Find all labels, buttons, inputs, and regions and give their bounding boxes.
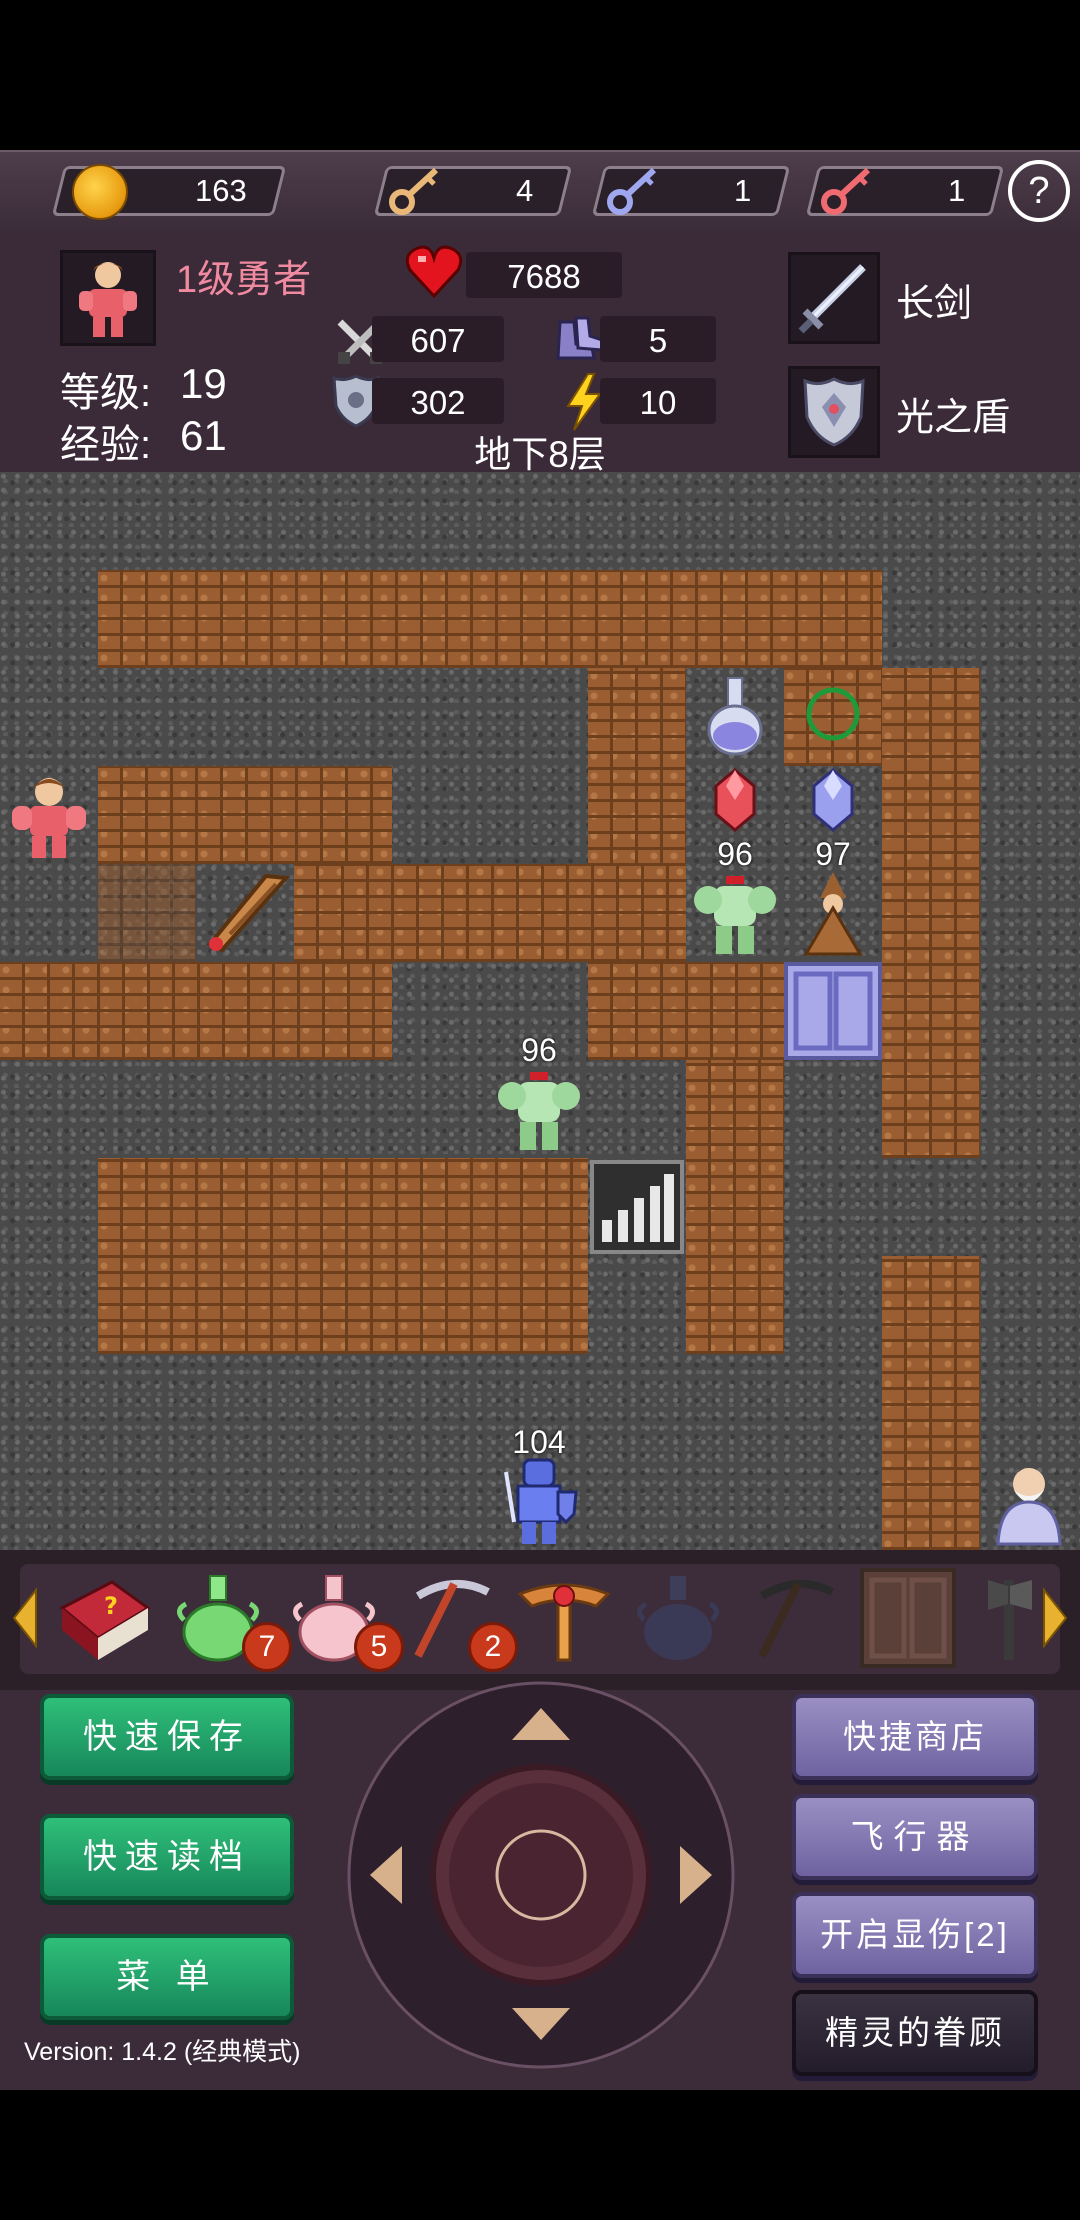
- menu-button[interactable]: 菜 单: [40, 1934, 294, 2020]
- wall-block: [98, 570, 882, 668]
- target-marker-icon: [806, 687, 860, 741]
- long-sword-icon: [798, 264, 866, 334]
- blue-door-icon: [784, 962, 882, 1060]
- blue-knight-icon: [504, 1458, 578, 1544]
- gold-coin-icon: [72, 164, 128, 220]
- yellow-key-icon: [389, 167, 439, 215]
- hero-avatar-icon: [79, 262, 137, 337]
- defense-box: 302: [372, 378, 504, 424]
- green-guard-icon: [694, 876, 776, 954]
- wall-block: [882, 1256, 980, 1550]
- stairs-icon: [590, 1160, 684, 1254]
- wall-block: [294, 864, 686, 962]
- quick-shop-button[interactable]: 快捷商店: [792, 1694, 1038, 1780]
- attack-box: 607: [372, 316, 504, 362]
- scroll-right-icon[interactable]: [1040, 1586, 1070, 1650]
- wall-block-faded: [98, 864, 196, 962]
- quick-load-button[interactable]: 快速读档: [40, 1814, 294, 1900]
- red-gem-icon: [714, 768, 756, 832]
- blue-potion-icon: [707, 677, 763, 756]
- wall-block: [0, 962, 392, 1060]
- door-item-icon: [860, 1568, 956, 1668]
- heart-icon: [405, 245, 463, 299]
- brown-wizard-icon: [803, 872, 863, 956]
- item-count-badge: 7: [242, 1622, 292, 1672]
- wall-block: [98, 766, 392, 864]
- weapon-name: 长剑: [896, 283, 973, 325]
- dpad-down-icon[interactable]: [508, 2004, 574, 2044]
- show-damage-button[interactable]: 开启显伤[2]: [792, 1892, 1038, 1978]
- dark-vase-icon: [637, 1576, 719, 1660]
- wall-block: [588, 962, 784, 1060]
- wing-item-icon: [206, 873, 291, 953]
- cross-medal-icon[interactable]: [514, 1568, 614, 1668]
- hp-box: 7688: [466, 252, 622, 298]
- quick-save-button[interactable]: 快速保存: [40, 1694, 294, 1780]
- floor-indicator: 地下8层: [474, 434, 606, 475]
- dark-pickaxe-icon: [758, 1579, 834, 1658]
- game-map[interactable]: 96 97 96 104: [0, 472, 1080, 1550]
- magic-box: 10: [600, 378, 716, 424]
- hero-title: 1级勇者: [176, 259, 312, 301]
- level-label: 等级:: [60, 371, 152, 415]
- wall-block: [882, 668, 980, 1158]
- blue-gem-icon: [812, 768, 854, 832]
- red-key-icon: [821, 167, 871, 215]
- dpad-up-icon[interactable]: [508, 1704, 574, 1744]
- item-count-badge: 5: [354, 1622, 404, 1672]
- level-value: 19: [180, 360, 227, 407]
- scroll-left-icon[interactable]: [10, 1586, 40, 1650]
- wall-block: [98, 1158, 588, 1354]
- monster-book-icon[interactable]: ?: [52, 1568, 156, 1668]
- item-count-badge: 2: [468, 1622, 518, 1672]
- version-text: Version: 1.4.2 (经典模式): [24, 2038, 301, 2066]
- dpad-right-icon[interactable]: [676, 1842, 716, 1908]
- old-man-npc-icon: [996, 1468, 1062, 1546]
- resource-bar: 163 4 1 1: [0, 150, 1080, 232]
- hero-sprite-icon: [12, 778, 86, 858]
- help-button[interactable]: ?: [1008, 160, 1070, 222]
- hero-status-panel: 1级勇者 等级: 19 经验: 61 7688 607 5 302 10 长剑 …: [0, 232, 1080, 475]
- spirit-blessing-button[interactable]: 精灵的眷顾: [792, 1990, 1038, 2076]
- flyer-button[interactable]: 飞行器: [792, 1794, 1038, 1880]
- dpad-left-icon[interactable]: [366, 1842, 406, 1908]
- wall-block: [686, 1060, 784, 1354]
- blue-key-icon: [607, 167, 657, 215]
- green-guard-icon: [498, 1072, 580, 1150]
- speed-box: 5: [600, 316, 716, 362]
- axe-icon: [988, 1580, 1032, 1660]
- bottom-bar: [0, 2090, 1080, 2220]
- svg-text:?: ?: [104, 1592, 118, 1620]
- hero-portrait: [60, 250, 156, 346]
- weapon-slot: [788, 252, 880, 344]
